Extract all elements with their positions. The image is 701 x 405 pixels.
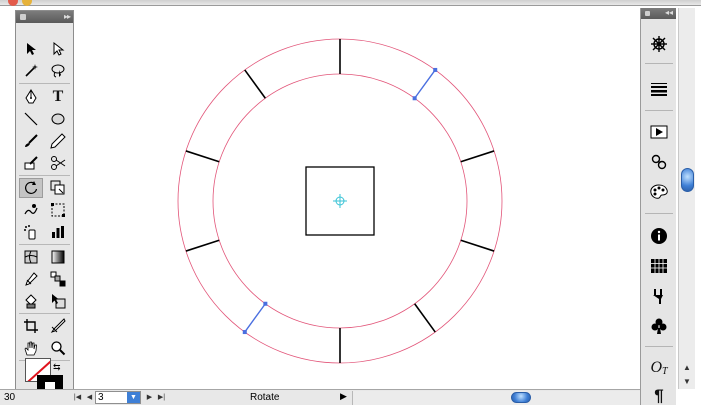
dock-divider (645, 213, 673, 214)
artboard-dropdown-icon[interactable]: ▼ (127, 392, 140, 403)
artwork[interactable] (0, 6, 701, 389)
artboard-canvas[interactable] (0, 6, 701, 389)
swatches-grid-icon[interactable] (645, 254, 673, 278)
tool-divider (19, 313, 70, 314)
color-palette-icon[interactable] (645, 180, 673, 204)
scroll-up-arrow-icon[interactable]: ▲ (679, 361, 695, 375)
vertical-scrollbar[interactable]: ▲ ▼ (678, 8, 695, 389)
horizontal-scroll-thumb[interactable] (511, 392, 531, 403)
dock-header[interactable]: ◂◂ (641, 8, 676, 19)
anchor-point[interactable] (412, 96, 417, 101)
anchor-point[interactable] (242, 330, 247, 335)
dock-collapse-icon[interactable]: ◂◂ (665, 8, 673, 17)
hand-icon[interactable] (19, 338, 43, 358)
actions-icon[interactable] (645, 120, 673, 144)
next-artboard-icon[interactable]: ▶ (144, 391, 155, 404)
lasso-icon[interactable] (46, 61, 70, 81)
opentype-label: O (650, 359, 662, 376)
type-icon[interactable]: T (46, 87, 70, 107)
mesh-icon[interactable] (19, 247, 43, 267)
live-paint-selection-icon[interactable] (46, 291, 70, 311)
ellipse-icon[interactable] (46, 109, 70, 129)
eyedropper-icon[interactable] (19, 269, 43, 289)
blob-brush-icon[interactable] (19, 153, 43, 173)
scale-icon[interactable] (46, 178, 70, 198)
artboard-number-field[interactable]: 3 ▼ (95, 391, 141, 404)
tick-mark[interactable] (185, 150, 220, 163)
last-artboard-icon[interactable]: ▶| (156, 391, 167, 404)
dock-divider (645, 63, 673, 64)
tool-divider (19, 83, 70, 84)
tool-divider (19, 244, 70, 245)
swap-fill-stroke-icon[interactable]: ⇆ (53, 362, 61, 373)
tick-mark[interactable] (244, 69, 266, 99)
horizontal-scrollbar[interactable] (352, 391, 640, 405)
opentype-icon[interactable]: OT (645, 356, 673, 380)
column-graph-icon[interactable] (46, 222, 70, 242)
dock-divider (645, 110, 673, 111)
navigator-icon[interactable] (645, 32, 673, 56)
status-bar: 30 |◀ ◀ 3 ▼ ▶ ▶| Rotate ▶ (0, 389, 640, 405)
stroke-lines-icon[interactable] (645, 77, 673, 101)
tick-mark-selected[interactable] (414, 69, 436, 99)
slice-icon[interactable] (46, 316, 70, 336)
symbol-sprayer-icon[interactable] (19, 222, 43, 242)
dock-close-icon[interactable] (645, 11, 650, 16)
gradient-icon[interactable] (46, 247, 70, 267)
paintbrush-icon[interactable] (19, 131, 43, 151)
tick-mark[interactable] (460, 239, 495, 252)
tools-panel: ▸▸ T ⇆ (15, 10, 74, 402)
blend-icon[interactable] (46, 269, 70, 289)
tick-mark[interactable] (185, 239, 220, 252)
panel-dock: ◂◂ OT ¶ (640, 8, 676, 405)
scroll-down-arrow-icon[interactable]: ▼ (679, 375, 695, 389)
selection-icon[interactable] (19, 39, 43, 59)
status-menu-arrow-icon[interactable]: ▶ (340, 391, 347, 402)
rotation-origin-icon[interactable] (333, 194, 347, 208)
pen-icon[interactable] (19, 87, 43, 107)
vertical-scroll-thumb[interactable] (681, 168, 694, 192)
line-segment-icon[interactable] (19, 109, 43, 129)
tick-mark-selected[interactable] (244, 303, 266, 333)
symbols-icon[interactable] (645, 314, 673, 338)
tick-mark[interactable] (460, 150, 495, 163)
rotate-icon[interactable] (19, 178, 43, 198)
pencil-icon[interactable] (46, 131, 70, 151)
magic-wand-icon[interactable] (19, 61, 43, 81)
info-icon[interactable] (645, 224, 673, 248)
anchor-point[interactable] (433, 67, 438, 72)
zoom-icon[interactable] (46, 338, 70, 358)
tool-divider (19, 175, 70, 176)
live-paint-bucket-icon[interactable] (19, 291, 43, 311)
links-icon[interactable] (645, 150, 673, 174)
paragraph-icon[interactable]: ¶ (645, 384, 673, 405)
scissors-icon[interactable] (46, 153, 70, 173)
tick-mark[interactable] (414, 303, 436, 333)
status-label[interactable]: Rotate (250, 392, 279, 403)
direct-selection-icon[interactable] (46, 39, 70, 59)
panel-collapse-icon[interactable]: ▸▸ (64, 12, 71, 21)
first-artboard-icon[interactable]: |◀ (72, 391, 83, 404)
dock-divider (645, 346, 673, 347)
artboard-number: 3 (98, 392, 104, 403)
panel-close-icon[interactable] (20, 14, 26, 20)
anchor-point[interactable] (263, 301, 268, 306)
previous-artboard-icon[interactable]: ◀ (84, 391, 95, 404)
tools-panel-header[interactable]: ▸▸ (16, 11, 73, 23)
free-transform-icon[interactable] (46, 200, 70, 220)
brushes-icon[interactable] (645, 284, 673, 308)
crop-icon[interactable] (19, 316, 43, 336)
warp-icon[interactable] (19, 200, 43, 220)
zoom-level[interactable]: 30 (4, 392, 15, 403)
